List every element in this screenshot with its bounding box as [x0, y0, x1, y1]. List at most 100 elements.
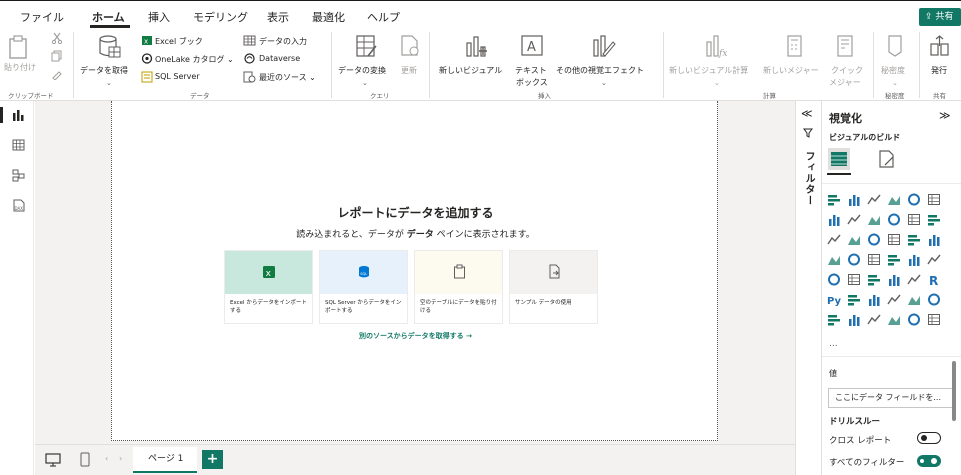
- onelake-catalog-button[interactable]: OneLake カタログ ⌄: [155, 54, 234, 65]
- new-visual-label[interactable]: 新しいビジュアル: [439, 65, 502, 76]
- key-influencers-icon[interactable]: [847, 293, 861, 306]
- all-filters-toggle[interactable]: [917, 455, 941, 467]
- matrix-icon[interactable]: [907, 273, 921, 286]
- publish-icon[interactable]: [929, 34, 951, 58]
- publish-label[interactable]: 発行: [931, 65, 947, 76]
- transform-data-icon[interactable]: [355, 34, 379, 60]
- slicer-icon[interactable]: [867, 273, 881, 286]
- 100-area-chart-icon[interactable]: [887, 213, 901, 226]
- metrics-icon[interactable]: [927, 293, 941, 306]
- tab-optimize[interactable]: 最適化: [312, 9, 345, 25]
- card-icon[interactable]: [927, 253, 941, 266]
- gauge-icon[interactable]: [907, 253, 921, 266]
- chevron-down-icon[interactable]: ⌄: [106, 79, 112, 87]
- expand-filters-icon[interactable]: ≪: [801, 107, 813, 120]
- kpi-icon[interactable]: [847, 273, 861, 286]
- tab-insert[interactable]: 挿入: [148, 9, 170, 25]
- transform-data-label[interactable]: データの変換: [338, 65, 386, 76]
- tab-view[interactable]: 表示: [267, 9, 289, 25]
- report-page[interactable]: レポートにデータを追加する 読み込まれると、データが データ ペインに表示されま…: [111, 101, 718, 441]
- line-chart-icon[interactable]: [827, 213, 841, 226]
- page-tab[interactable]: ページ 1: [133, 447, 197, 473]
- build-visual-tab-icon[interactable]: [827, 147, 851, 171]
- stacked-column-chart-icon[interactable]: [847, 193, 861, 206]
- azure-map-icon[interactable]: [887, 253, 901, 266]
- share-button[interactable]: ⇪ 共有: [919, 8, 961, 26]
- tab-file[interactable]: ファイル: [20, 9, 64, 25]
- report-view-icon[interactable]: [12, 109, 25, 121]
- clustered-column-chart-icon[interactable]: [887, 193, 901, 206]
- 100-bar-chart-icon[interactable]: [907, 193, 921, 206]
- recent-sources-button[interactable]: 最近のソース ⌄: [259, 72, 316, 83]
- qa-icon[interactable]: [887, 293, 901, 306]
- r-visual-icon[interactable]: R: [927, 273, 941, 286]
- filter-pane-collapsed[interactable]: ≪ フィルター: [795, 101, 821, 475]
- more-visuals-icon[interactable]: [592, 34, 616, 60]
- values-field-well[interactable]: ここにデータ フィールドを...: [828, 388, 953, 408]
- quick-measure-icon[interactable]: [836, 34, 856, 58]
- cross-report-toggle[interactable]: [917, 432, 941, 444]
- stacked-area-chart-icon[interactable]: [867, 213, 881, 226]
- table-view-icon[interactable]: [12, 139, 25, 151]
- diamond-visual-icon[interactable]: [907, 313, 921, 326]
- multi-row-card-icon[interactable]: [827, 273, 841, 286]
- get-data-label[interactable]: データを取得: [80, 65, 128, 76]
- format-visual-tab-icon[interactable]: [877, 149, 897, 169]
- decomposition-tree-icon[interactable]: [867, 293, 881, 306]
- sample-data-card[interactable]: サンプル データの使用: [509, 250, 598, 324]
- tab-home[interactable]: ホーム: [92, 9, 125, 25]
- chevron-down-icon[interactable]: ⌄: [362, 79, 368, 87]
- python-visual-icon[interactable]: Py: [827, 293, 841, 306]
- cut-icon[interactable]: [51, 32, 63, 44]
- dax-query-view-icon[interactable]: DAX: [12, 199, 26, 212]
- sql-server-button[interactable]: SQL Server: [155, 72, 200, 81]
- collapse-pane-icon[interactable]: ≫: [939, 109, 951, 122]
- clustered-bar-chart-icon[interactable]: [867, 193, 881, 206]
- new-measure-icon[interactable]: [786, 34, 804, 58]
- 100-column-chart-icon[interactable]: [927, 193, 941, 206]
- model-view-icon[interactable]: [12, 169, 25, 182]
- previous-page-icon[interactable]: ‹: [105, 454, 108, 463]
- smart-narrative-icon[interactable]: [907, 293, 921, 306]
- treemap-icon[interactable]: [827, 253, 841, 266]
- line-column-chart-icon[interactable]: [907, 213, 921, 226]
- power-apps-icon[interactable]: [847, 313, 861, 326]
- filled-map-icon[interactable]: [867, 253, 881, 266]
- text-box-label-2[interactable]: ボックス: [516, 77, 548, 88]
- mobile-layout-icon[interactable]: [80, 452, 90, 467]
- sensitivity-icon[interactable]: [886, 34, 906, 58]
- dataverse-button[interactable]: Dataverse: [259, 54, 300, 63]
- sql-import-card[interactable]: SQL SQL Server からデータをインポートする: [319, 250, 408, 324]
- refresh-icon[interactable]: [399, 34, 421, 58]
- new-visual-calc-icon[interactable]: fx: [705, 34, 727, 60]
- map-icon[interactable]: [847, 253, 861, 266]
- enter-data-button[interactable]: データの入力: [259, 36, 307, 47]
- more-visuals-ellipsis[interactable]: ...: [829, 339, 838, 349]
- more-visual-icon[interactable]: [927, 313, 941, 326]
- waterfall-chart-icon[interactable]: [847, 233, 861, 246]
- copy-icon[interactable]: [51, 50, 63, 62]
- more-visuals-label[interactable]: その他の視覚エフェクト: [556, 65, 644, 76]
- new-visual-icon[interactable]: [465, 34, 489, 60]
- desktop-layout-icon[interactable]: [45, 453, 61, 467]
- format-painter-icon[interactable]: [51, 68, 63, 80]
- paste-table-card[interactable]: 空のテーブルにデータを貼り付ける: [414, 250, 503, 324]
- get-data-other-source-link[interactable]: 別のソースからデータを取得する →: [112, 331, 719, 341]
- arcgis-map-icon[interactable]: [887, 313, 901, 326]
- stacked-bar-chart-icon[interactable]: [827, 193, 841, 206]
- get-data-icon[interactable]: [98, 34, 122, 60]
- text-box-label-1[interactable]: テキスト: [515, 65, 547, 76]
- funnel-chart-icon[interactable]: [867, 233, 881, 246]
- line-clustered-column-chart-icon[interactable]: [927, 213, 941, 226]
- tab-help[interactable]: ヘルプ: [367, 9, 400, 25]
- donut-chart-icon[interactable]: [927, 233, 941, 246]
- excel-workbook-button[interactable]: Excel ブック: [155, 36, 203, 47]
- paginated-report-icon[interactable]: [827, 313, 841, 326]
- area-chart-icon[interactable]: [847, 213, 861, 226]
- scatter-chart-icon[interactable]: [887, 233, 901, 246]
- excel-import-card[interactable]: x Excel からデータをインポートする: [224, 250, 313, 324]
- ribbon-chart-icon[interactable]: [827, 233, 841, 246]
- pie-chart-icon[interactable]: [907, 233, 921, 246]
- text-box-icon[interactable]: A: [520, 34, 544, 58]
- paste-icon[interactable]: [8, 34, 30, 60]
